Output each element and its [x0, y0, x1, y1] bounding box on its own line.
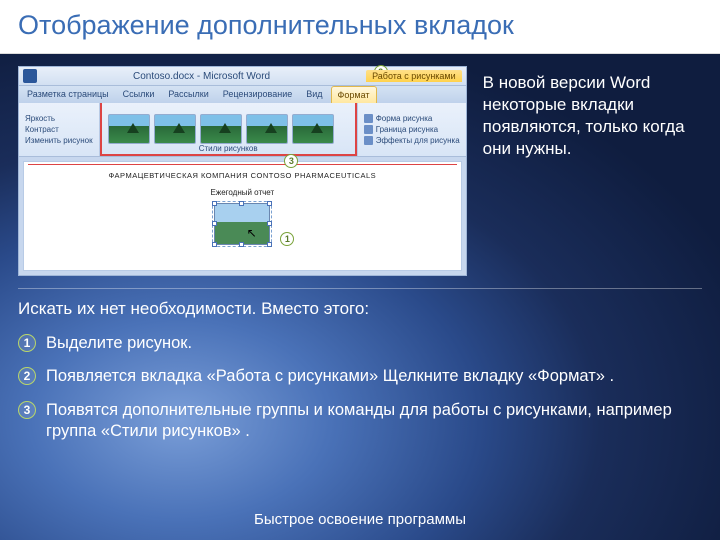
picture-styles-gallery: Стили рисунков	[100, 103, 357, 156]
tab-page-layout: Разметка страницы	[21, 86, 115, 103]
step-1: 1 Выделите рисунок.	[18, 327, 702, 360]
tab-mailings: Рассылки	[162, 86, 214, 103]
style-thumb	[292, 114, 334, 144]
footer-text: Быстрое освоение программы	[0, 511, 720, 528]
effects-icon	[364, 136, 373, 145]
steps-intro: Искать их нет необходимости. Вместо этог…	[0, 289, 720, 323]
ribbon-tabs: Разметка страницы Ссылки Рассылки Реценз…	[19, 86, 466, 103]
word-filename: Contoso.docx - Microsoft Word	[41, 71, 362, 82]
contrast-label: Контраст	[25, 125, 93, 134]
step-number: 1	[18, 334, 36, 352]
step-number: 3	[18, 401, 36, 419]
word-app-icon	[23, 69, 37, 83]
tab-references: Ссылки	[117, 86, 161, 103]
callout-1-marker: 1	[280, 232, 294, 246]
tab-review: Рецензирование	[217, 86, 299, 103]
tab-format: Формат	[331, 86, 377, 103]
gallery-label: Стили рисунков	[102, 144, 355, 153]
ribbon-group-adjust: Яркость Контраст Изменить рисунок	[19, 103, 100, 156]
callout-3-marker: 3	[284, 154, 298, 168]
document-area: ФАРМАЦЕВТИЧЕСКАЯ КОМПАНИЯ CONTOSO PHARMA…	[23, 161, 462, 271]
step-3: 3 Появятся дополнительные группы и коман…	[18, 394, 702, 449]
picture-border-label: Граница рисунка	[376, 125, 438, 134]
step-text: Появляется вкладка «Работа с рисунками» …	[46, 366, 614, 387]
ribbon: Яркость Контраст Изменить рисунок Стили …	[19, 103, 466, 157]
doc-subheading: Ежегодный отчет	[24, 188, 461, 197]
word-screenshot: Contoso.docx - Microsoft Word 2 Работа с…	[18, 66, 467, 276]
step-2: 2 Появляется вкладка «Работа с рисунками…	[18, 360, 702, 393]
style-thumb	[246, 114, 288, 144]
step-text: Выделите рисунок.	[46, 333, 192, 354]
change-picture-label: Изменить рисунок	[25, 136, 93, 145]
style-thumb	[108, 114, 150, 144]
picture-shape-label: Форма рисунка	[376, 114, 433, 123]
word-titlebar: Contoso.docx - Microsoft Word 2 Работа с…	[19, 67, 466, 86]
cursor-icon: ↖	[247, 226, 257, 240]
step-number: 2	[18, 367, 36, 385]
style-thumb	[200, 114, 242, 144]
style-thumb	[154, 114, 196, 144]
side-description: В новой версии Word некоторые вкладки по…	[483, 66, 702, 276]
picture-effects-label: Эффекты для рисунка	[376, 136, 460, 145]
steps-list: 1 Выделите рисунок. 2 Появляется вкладка…	[0, 323, 720, 449]
slide-title: Отображение дополнительных вкладок	[0, 0, 720, 54]
border-icon	[364, 125, 373, 134]
contextual-tab-label: Работа с рисунками	[366, 70, 462, 82]
step-text: Появятся дополнительные группы и команды…	[46, 400, 702, 443]
tab-view: Вид	[300, 86, 328, 103]
brightness-label: Яркость	[25, 114, 93, 123]
shape-icon	[364, 114, 373, 123]
selected-picture: ↖ 1	[214, 203, 270, 245]
ribbon-group-picture-shape: Форма рисунка Граница рисунка Эффекты дл…	[357, 103, 466, 156]
doc-heading: ФАРМАЦЕВТИЧЕСКАЯ КОМПАНИЯ CONTOSO PHARMA…	[24, 171, 461, 180]
